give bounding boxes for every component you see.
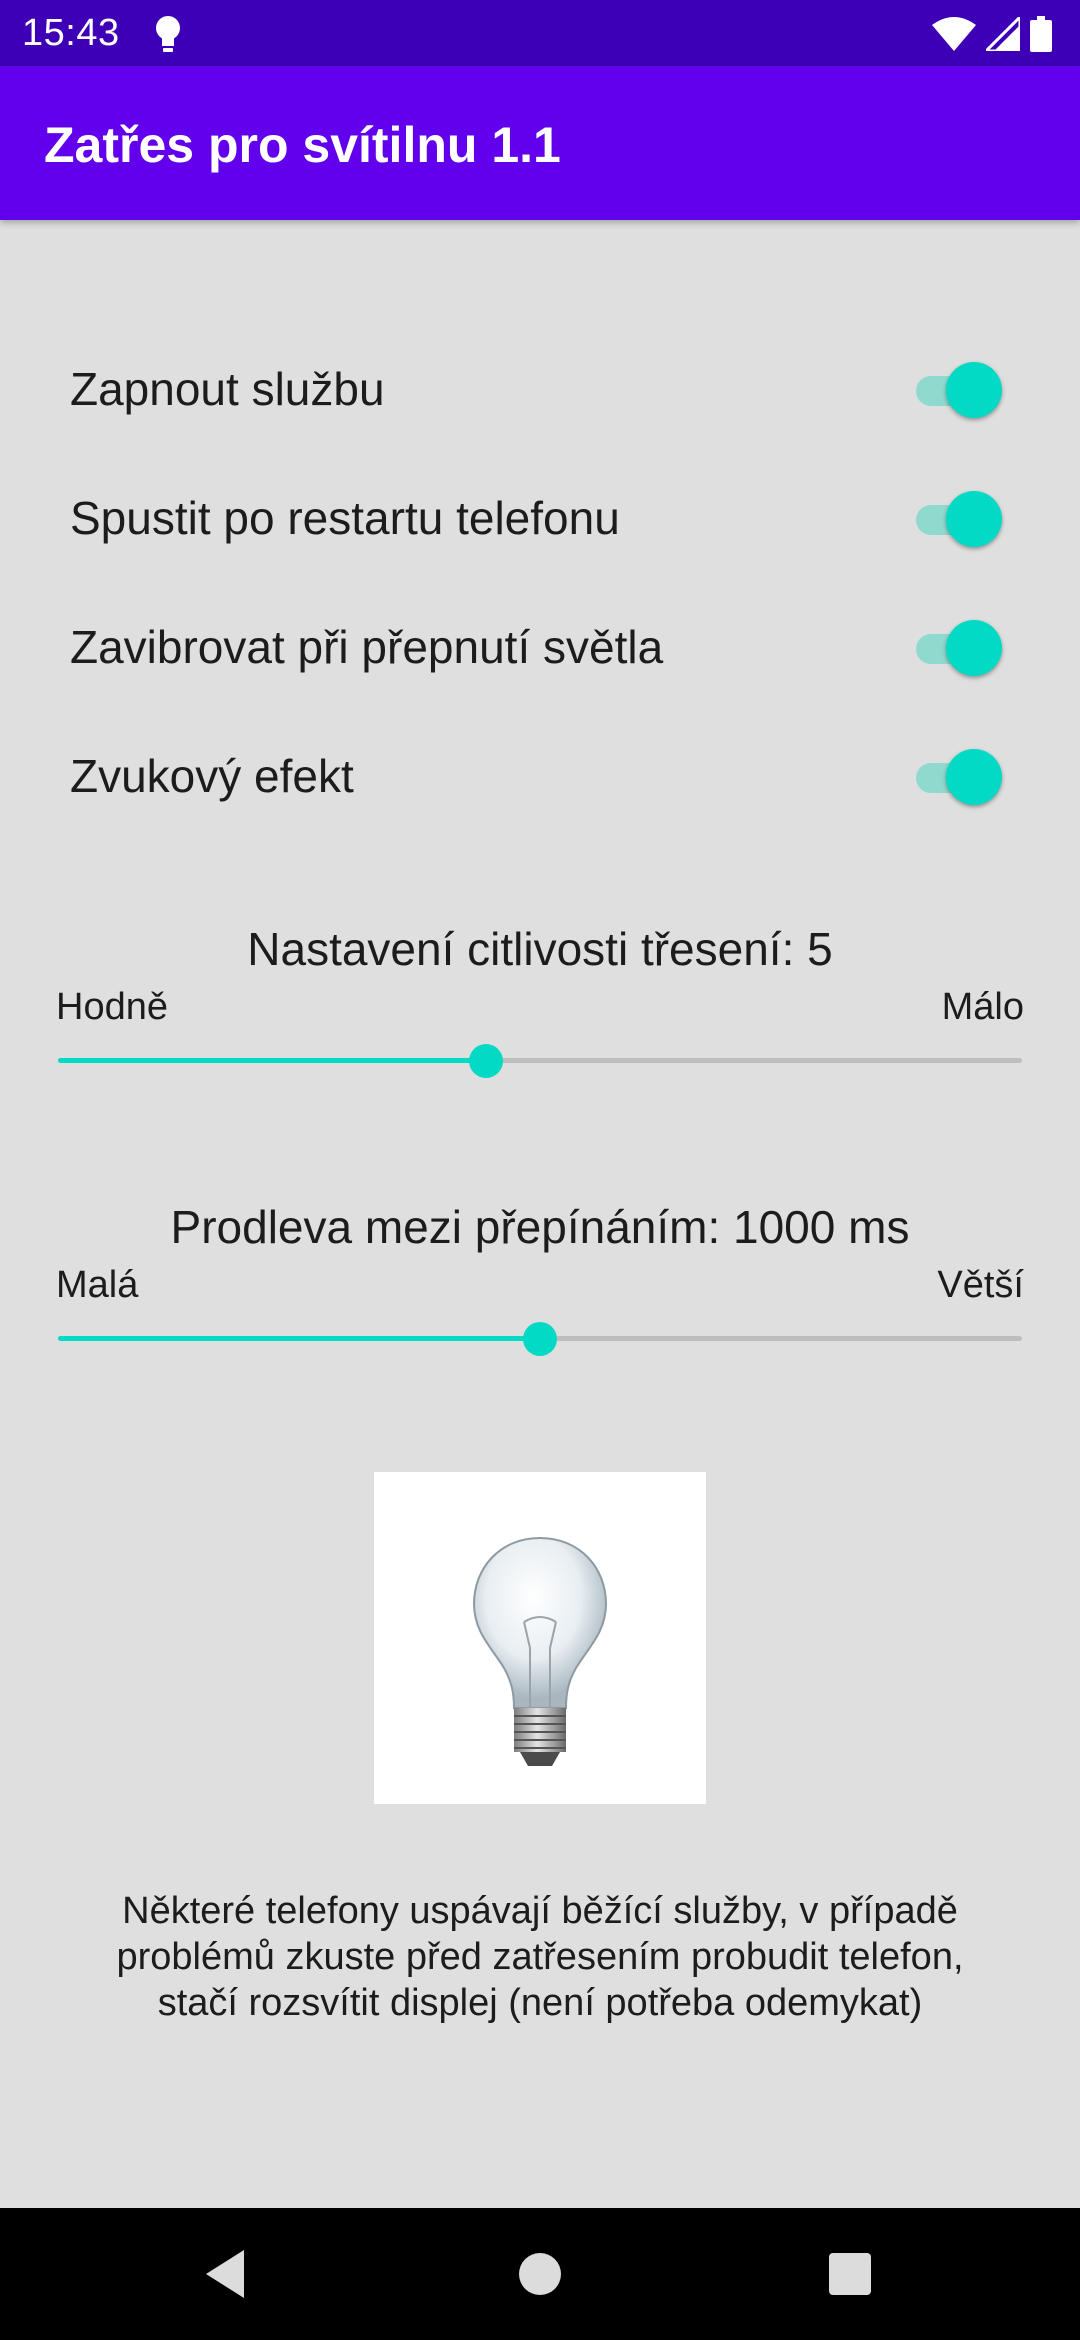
status-icons [932, 14, 1052, 54]
setting-label: Zvukový efekt [70, 750, 354, 802]
wifi-icon [932, 17, 976, 51]
setting-row-vibrate[interactable]: Zavibrovat při přepnutí světla [0, 590, 1080, 690]
lightbulb-icon [472, 1536, 608, 1766]
switch-thumb [946, 749, 1002, 805]
back-icon[interactable] [196, 2244, 256, 2304]
delay-min-label: Malá [56, 1264, 139, 1306]
setting-label: Zapnout službu [70, 363, 385, 415]
setting-row-service[interactable]: Zapnout službu [0, 332, 1080, 432]
app-title: Zatřes pro svítilnu 1.1 [44, 117, 561, 173]
slider-knob[interactable] [469, 1044, 504, 1078]
navigation-bar [0, 2208, 1080, 2340]
service-switch[interactable] [912, 362, 1004, 418]
note-line: problémů zkuste před zatřesením probudit… [116, 1936, 964, 1978]
switch-thumb [946, 362, 1002, 418]
slider-fill [58, 1336, 540, 1341]
sensitivity-max-label: Málo [941, 986, 1024, 1028]
lightbulb-icon [156, 16, 180, 52]
note-line: stačí rozsvítit displej (není potřeba od… [157, 1982, 923, 2024]
info-note: Některé telefony uspávají běžící služby,… [60, 1888, 1020, 2026]
slider-fill [58, 1058, 487, 1063]
app-bar: Zatřes pro svítilnu 1.1 [0, 66, 1080, 220]
status-bar: 15:43 [0, 0, 1080, 66]
battery-icon [1030, 16, 1052, 52]
note-line: Některé telefony uspávají běžící služby,… [122, 1890, 958, 1932]
setting-label: Zavibrovat při přepnutí světla [70, 621, 664, 673]
switch-thumb [946, 620, 1002, 676]
status-time: 15:43 [22, 12, 120, 54]
home-icon[interactable] [510, 2244, 570, 2304]
lightbulb-image[interactable] [374, 1472, 706, 1804]
restart-switch[interactable] [912, 491, 1004, 547]
slider-knob[interactable] [523, 1322, 557, 1356]
signal-icon [986, 17, 1020, 51]
sensitivity-min-label: Hodně [56, 986, 168, 1028]
switch-thumb [946, 491, 1002, 547]
delay-slider[interactable] [58, 1318, 1022, 1358]
recents-icon[interactable] [820, 2244, 880, 2304]
setting-row-restart[interactable]: Spustit po restartu telefonu [0, 461, 1080, 561]
vibrate-switch[interactable] [912, 620, 1004, 676]
setting-label: Spustit po restartu telefonu [70, 492, 620, 544]
delay-title: Prodleva mezi přepínáním: 1000 ms [170, 1201, 910, 1253]
delay-max-label: Větší [937, 1264, 1024, 1306]
setting-row-sound[interactable]: Zvukový efekt [0, 719, 1080, 819]
sound-switch[interactable] [912, 749, 1004, 805]
sensitivity-slider[interactable] [58, 1040, 1022, 1080]
sensitivity-title: Nastavení citlivosti třesení: 5 [247, 923, 833, 975]
